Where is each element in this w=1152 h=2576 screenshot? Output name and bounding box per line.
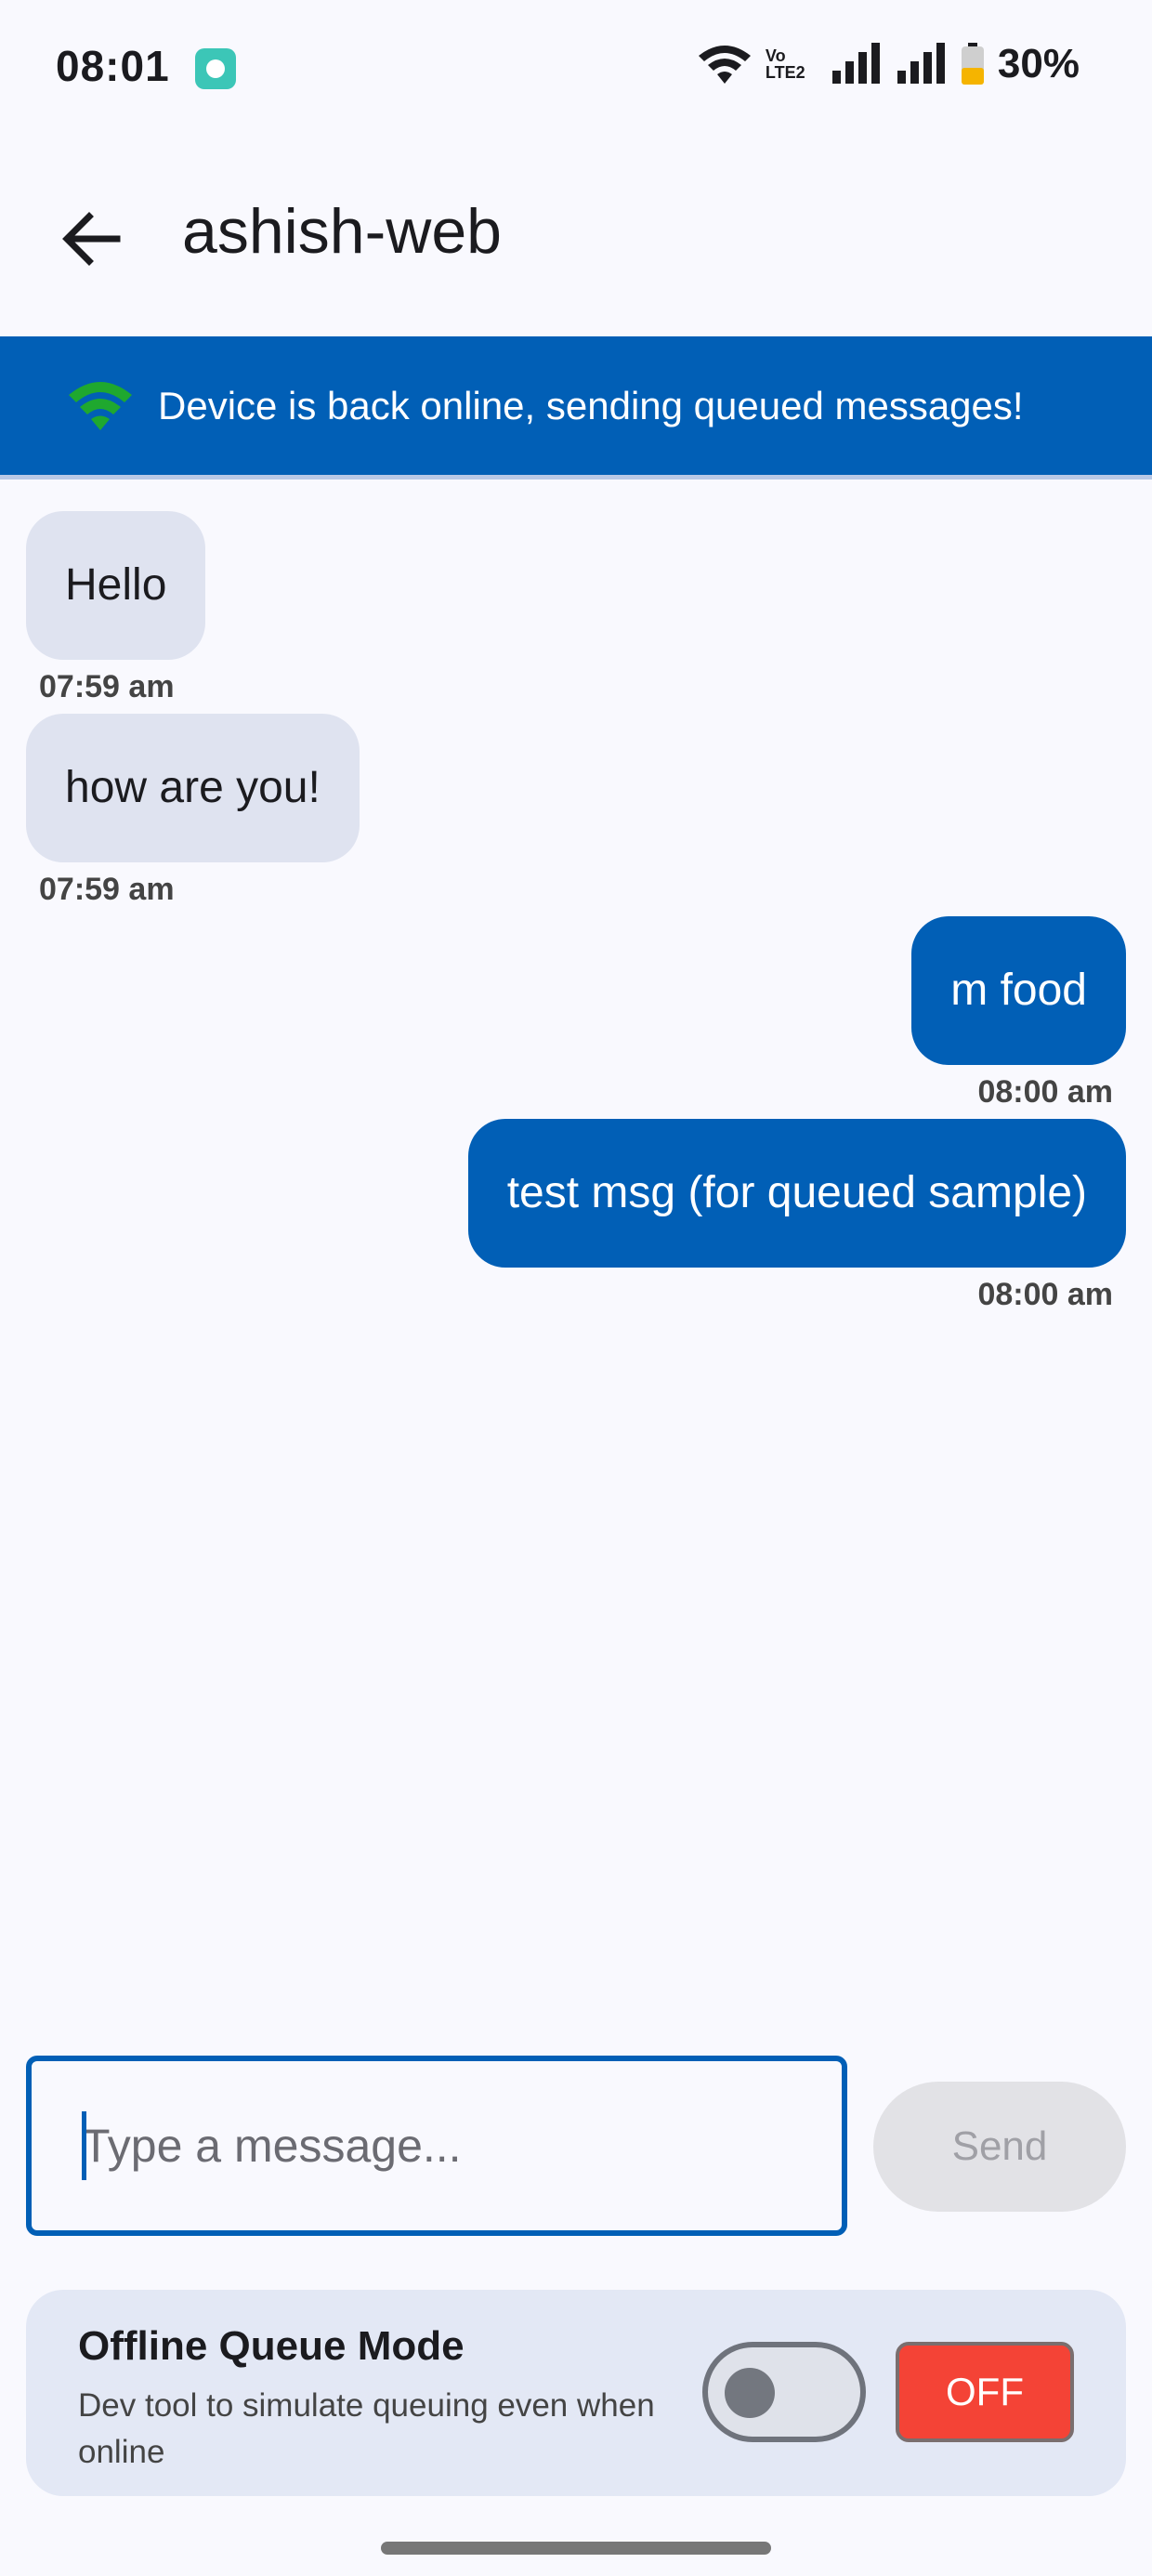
message-timestamp: 08:00 am [977, 1074, 1113, 1110]
message-item: how are you! [26, 714, 360, 862]
online-status-banner: Device is back online, sending queued me… [0, 336, 1152, 480]
message-bubble-sent[interactable]: test msg (for queued sample) [467, 1119, 1126, 1268]
page-title: ashish-web [182, 196, 502, 267]
battery-icon [961, 43, 984, 85]
status-bar: 08:01 Vo LTE2 30% [0, 0, 1152, 139]
offline-queue-toggle[interactable] [702, 2342, 866, 2442]
message-timestamp: 08:00 am [977, 1277, 1113, 1312]
message-bubble-received[interactable]: Hello [26, 511, 206, 660]
send-button[interactable]: Send [873, 2082, 1126, 2212]
offline-queue-card: Offline Queue Mode Dev tool to simulate … [26, 2290, 1126, 2496]
message-bubble-received[interactable]: how are you! [26, 714, 360, 862]
wifi-icon [69, 381, 132, 430]
status-time: 08:01 [56, 42, 170, 90]
message-timestamp: 07:59 am [39, 872, 175, 907]
message-item: m food [911, 916, 1126, 1065]
message-list[interactable]: Hello 07:59 am how are you! 07:59 am m f… [0, 502, 1152, 2026]
signal-strength-icon-2 [897, 43, 945, 84]
wifi-status-icon [698, 46, 751, 84]
queue-state-button[interactable]: OFF [896, 2342, 1074, 2442]
battery-percentage: 30% [997, 41, 1080, 86]
message-input[interactable] [32, 2061, 842, 2230]
signal-strength-icon-1 [831, 43, 880, 84]
home-indicator[interactable] [381, 2542, 771, 2555]
toggle-knob [725, 2368, 775, 2418]
offline-queue-description: Dev tool to simulate queuing even when o… [78, 2387, 655, 2470]
app-header: ashish-web [0, 139, 1152, 336]
offline-queue-title: Offline Queue Mode [78, 2323, 465, 2369]
status-indicators: Vo LTE2 30% [697, 41, 1080, 87]
message-input-container[interactable] [26, 2056, 847, 2236]
text-cursor [82, 2111, 86, 2180]
message-timestamp: 07:59 am [39, 669, 175, 704]
message-item: Hello [26, 511, 206, 660]
network-type-label: Vo LTE2 [765, 46, 805, 82]
banner-text: Device is back online, sending queued me… [158, 383, 1024, 427]
arrow-left-icon[interactable] [56, 203, 128, 275]
message-bubble-sent[interactable]: m food [911, 916, 1126, 1065]
app-notification-icon [195, 48, 236, 89]
message-item: test msg (for queued sample) [467, 1119, 1126, 1268]
